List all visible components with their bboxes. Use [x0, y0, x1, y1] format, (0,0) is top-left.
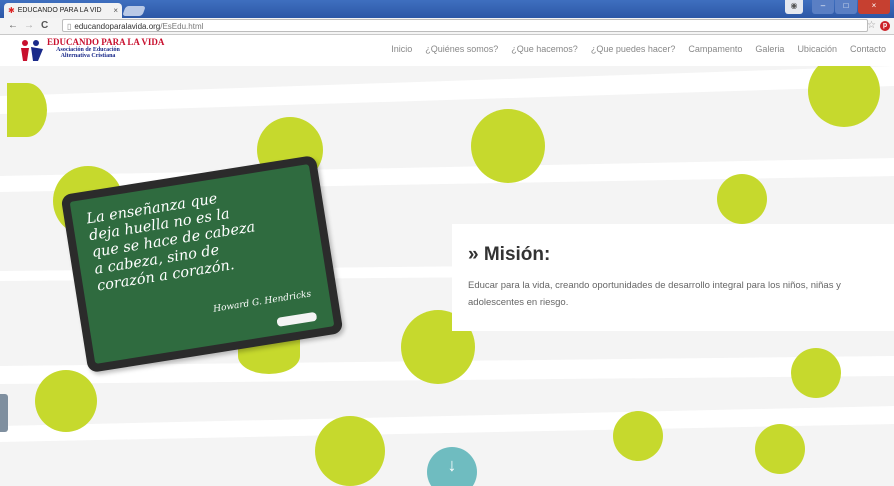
quote-author: Howard G. Hendricks [212, 289, 312, 315]
mission-heading: » Misión: [468, 244, 551, 265]
back-icon[interactable]: ← [8, 19, 18, 33]
nav-item-que-puedes-hacer[interactable]: ¿Que puedes hacer? [591, 44, 676, 54]
nav-item-contacto[interactable]: Contacto [850, 44, 886, 54]
new-tab-button[interactable] [122, 6, 146, 16]
browser-tab[interactable]: ✱ EDUCANDO PARA LA VID × [4, 3, 122, 18]
nav-item-que-hacemos[interactable]: ¿Que hacemos? [511, 44, 578, 54]
nav-item-inicio[interactable]: Inicio [391, 44, 412, 54]
pinterest-icon[interactable]: p [880, 21, 890, 31]
window-controls: ◉ – □ × [785, 0, 890, 14]
chalkboard-quote: La enseñanza que deja huella no es la qu… [85, 179, 306, 296]
forward-icon[interactable]: → [24, 19, 34, 33]
logo-subtitle-line-2: Alternativa Cristiana [60, 53, 116, 59]
address-bar[interactable]: ▯ educandoparalavida.org/EsEdu.html [62, 19, 868, 32]
site-header: EDUCANDO PARA LA VIDA Asociación de Educ… [0, 35, 894, 66]
browser-toolbar: ← → C ▯ educandoparalavida.org/EsEdu.html… [0, 18, 894, 35]
decor-circle [755, 424, 805, 474]
maximize-icon[interactable]: □ [835, 0, 857, 14]
logo-title: EDUCANDO PARA LA VIDA [47, 37, 165, 47]
decor-circle [791, 348, 841, 398]
chalk-eraser [276, 311, 318, 327]
decor-circle [717, 174, 767, 224]
browser-titlebar: ✱ EDUCANDO PARA LA VID × ◉ – □ × [0, 0, 894, 18]
nav-item-ubicacion[interactable]: Ubicación [797, 44, 837, 54]
mission-panel: » Misión: Educar para la vida, creando o… [452, 224, 894, 331]
nav-item-galeria[interactable]: Galeria [755, 44, 784, 54]
user-icon[interactable]: ◉ [785, 0, 803, 14]
main-nav: Inicio ¿Quiénes somos? ¿Que hacemos? ¿Qu… [391, 44, 886, 54]
site-favicon-icon: ✱ [8, 6, 15, 15]
site-logo[interactable]: EDUCANDO PARA LA VIDA Asociación de Educ… [19, 37, 164, 65]
side-tab[interactable] [0, 394, 8, 432]
arrow-down-icon: ↓ [447, 455, 457, 475]
decor-circle [315, 416, 385, 486]
close-window-icon[interactable]: × [858, 0, 890, 14]
bookmark-star-icon[interactable]: ☆ [867, 19, 876, 33]
nav-item-quienes-somos[interactable]: ¿Quiénes somos? [425, 44, 498, 54]
tab-close-icon[interactable]: × [113, 6, 118, 15]
address-path: /EsEdu.html [160, 22, 204, 31]
decor-circle [35, 370, 97, 432]
minimize-icon[interactable]: – [812, 0, 834, 14]
decor-circle [7, 83, 47, 137]
address-domain: educandoparalavida.org [74, 22, 161, 31]
logo-subtitle: Asociación de Educación Alternativa Cris… [51, 47, 125, 59]
page-icon: ▯ [67, 22, 72, 31]
logo-kids-icon [21, 40, 43, 61]
mission-text: Educar para la vida, creando oportunidad… [468, 280, 841, 308]
chalkboard-surface: La enseñanza que deja huella no es la qu… [69, 164, 335, 364]
decor-circle [613, 411, 663, 461]
nav-item-campamento[interactable]: Campamento [688, 44, 742, 54]
web-page: EDUCANDO PARA LA VIDA Asociación de Educ… [0, 35, 894, 486]
decor-circle [471, 109, 545, 183]
tab-title: EDUCANDO PARA LA VID [17, 7, 102, 14]
reload-icon[interactable]: C [41, 19, 48, 33]
